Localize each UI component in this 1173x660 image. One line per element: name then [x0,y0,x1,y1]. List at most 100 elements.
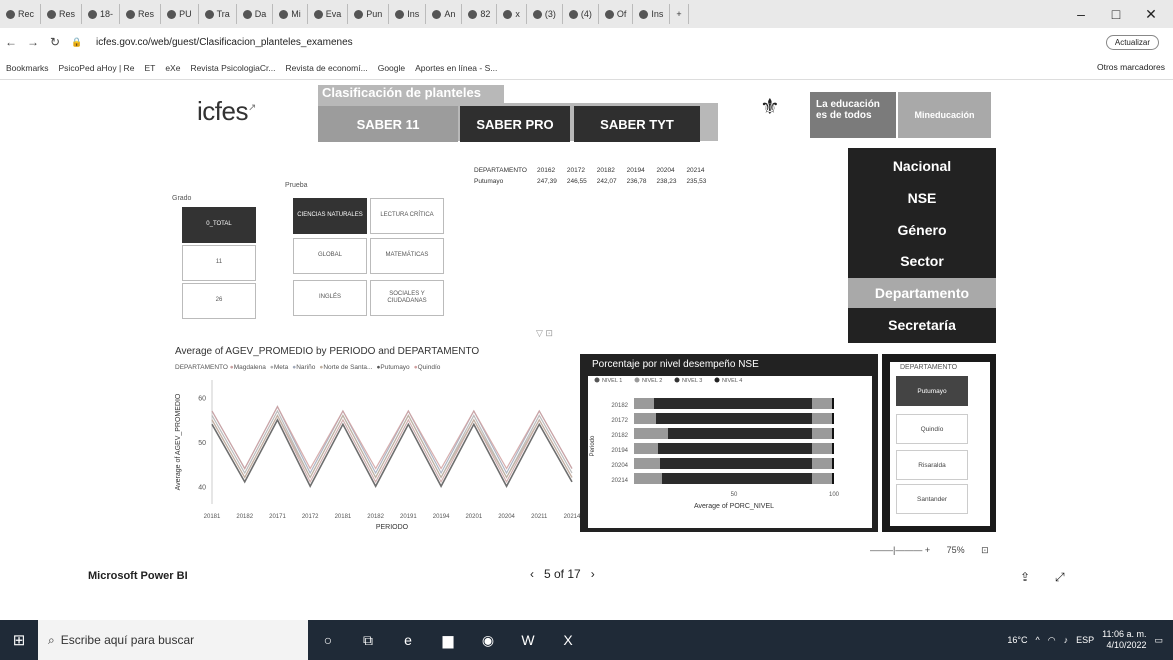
explorer-icon[interactable]: ▆ [428,620,468,660]
filter-icon[interactable]: ▽ ⊡ [536,328,553,339]
grado-11-button[interactable]: 11 [182,245,256,281]
prev-page-icon[interactable]: ‹ [530,567,534,581]
edge-icon[interactable]: e [388,620,428,660]
legend-item[interactable]: Putumayo [380,364,409,371]
browser-tab[interactable]: Rec [0,4,42,24]
clock[interactable]: 11:06 a. m. 4/10/2022 [1102,629,1146,651]
nse-bar-nivel-4[interactable] [832,398,834,409]
task-view-icon[interactable]: ⧉ [348,620,388,660]
nse-bar-nivel-1[interactable] [634,398,654,409]
bookmark-item[interactable]: ET [144,63,155,73]
browser-tab[interactable]: Tra [199,4,237,24]
next-page-icon[interactable]: › [591,567,595,581]
maximize-icon[interactable]: □ [1100,0,1132,28]
legend-item[interactable]: Norte de Santa... [323,364,372,371]
prueba-matematicas-button[interactable]: MATEMÁTICAS [370,238,444,274]
nse-bar-nivel-2[interactable] [658,443,812,454]
weather-temp[interactable]: 16°C [1007,635,1027,645]
forward-icon[interactable]: → [22,35,44,49]
menu-nacional[interactable]: Nacional [848,151,996,181]
nse-bar-nivel-3[interactable] [812,458,832,469]
update-button[interactable]: Actualizar [1105,34,1159,50]
nse-bar-nivel-4[interactable] [832,428,834,439]
nse-bar-nivel-1[interactable] [634,443,658,454]
prueba-ingles-button[interactable]: INGLÉS [293,280,367,316]
fullscreen-icon[interactable]: ⤢ [1055,570,1065,585]
zoom-slider[interactable]: –——|——— + [870,545,930,555]
nse-bar-nivel-3[interactable] [812,398,832,409]
browser-tab[interactable]: 18- [82,4,121,24]
new-tab-button[interactable]: + [670,4,689,24]
reload-icon[interactable]: ↻ [44,35,66,49]
nse-legend-label[interactable]: NIVEL 1 [602,378,622,384]
browser-tab[interactable]: 82 [462,4,498,24]
dept-santander-button[interactable]: Santander [896,484,968,514]
wifi-icon[interactable]: ◠ [1048,635,1056,646]
nse-bar-nivel-3[interactable] [812,413,832,424]
nse-bar-nivel-2[interactable] [656,413,812,424]
browser-tab[interactable]: Eva [308,4,349,24]
menu-nse[interactable]: NSE [848,183,996,213]
browser-tab[interactable]: Pun [348,4,390,24]
browser-tab[interactable]: An [426,4,463,24]
legend-item[interactable]: Quindío [418,364,441,371]
fit-page-icon[interactable]: ⊡ [981,545,989,555]
browser-tab[interactable]: PU [161,4,199,24]
prueba-global-button[interactable]: GLOBAL [293,238,367,274]
menu-departamento[interactable]: Departamento [848,278,996,308]
tab-saber-pro[interactable]: SABER PRO [460,106,570,142]
legend-item[interactable]: Nariño [296,364,315,371]
taskbar-search[interactable]: ⌕ Escribe aquí para buscar [38,620,308,660]
nse-bar-nivel-3[interactable] [812,428,832,439]
browser-tab[interactable]: Da [237,4,274,24]
bookmark-item[interactable]: eXe [165,63,180,73]
dept-risaralda-button[interactable]: Risaralda [896,450,968,480]
legend-item[interactable]: Meta [274,364,288,371]
nse-bar-nivel-4[interactable] [832,458,834,469]
nse-legend-label[interactable]: NIVEL 2 [642,378,662,384]
excel-icon[interactable]: X [548,620,588,660]
bookmark-item[interactable]: Aportes en línea - S... [415,63,497,73]
nse-bar-nivel-4[interactable] [832,473,834,484]
nse-bar-nivel-2[interactable] [660,458,812,469]
browser-tab[interactable]: (3) [527,4,563,24]
nse-bar-nivel-3[interactable] [812,473,832,484]
browser-tab[interactable]: Ins [389,4,427,24]
zoom-control[interactable]: –——|——— + 75% ⊡ [870,545,989,556]
nse-bar-nivel-2[interactable] [654,398,812,409]
url-field[interactable]: icfes.gov.co/web/guest/Clasificacion_pla… [96,37,353,48]
browser-tab[interactable]: Mi [273,4,308,24]
browser-tab[interactable]: Of [599,4,634,24]
bookmark-item[interactable]: Google [378,63,405,73]
browser-tab[interactable]: Ins [633,4,671,24]
menu-sector[interactable]: Sector [848,246,996,276]
notification-icon[interactable]: ▭ [1154,635,1163,646]
nse-legend-label[interactable]: NIVEL 3 [682,378,702,384]
language[interactable]: ESP [1076,635,1094,645]
bookmark-item[interactable]: Revista de economí... [285,63,367,73]
browser-tab[interactable]: Res [120,4,162,24]
bookmark-item[interactable]: Bookmarks [6,63,49,73]
close-window-icon[interactable]: ✕ [1135,0,1167,28]
nse-bar-nivel-3[interactable] [812,443,832,454]
bookmark-item[interactable]: PsicoPed aHoy | Re [59,63,135,73]
share-icon[interactable]: ⇪ [1020,570,1030,584]
nse-bar-nivel-2[interactable] [662,473,812,484]
nse-bar-nivel-4[interactable] [832,413,834,424]
browser-tab[interactable]: Res [41,4,83,24]
browser-tab[interactable]: x [497,4,527,24]
bookmark-item[interactable]: Revista PsicologiaCr... [190,63,275,73]
nse-bar-nivel-2[interactable] [668,428,812,439]
other-bookmarks[interactable]: Otros marcadores [1097,62,1165,72]
windows-start-icon[interactable]: ⊞ [0,620,38,660]
tab-saber-11[interactable]: SABER 11 [318,106,458,142]
legend-item[interactable]: Magdalena [234,364,266,371]
menu-secretaria[interactable]: Secretaría [848,310,996,340]
dept-putumayo-button[interactable]: Putumayo [896,376,968,406]
prueba-ciencias-button[interactable]: CIENCIAS NATURALES [293,198,367,234]
menu-genero[interactable]: Género [848,215,996,245]
nse-bar-nivel-1[interactable] [634,428,668,439]
back-icon[interactable]: ← [0,35,22,49]
browser-tab[interactable]: (4) [563,4,599,24]
tray-chevron-icon[interactable]: ^ [1036,635,1040,645]
